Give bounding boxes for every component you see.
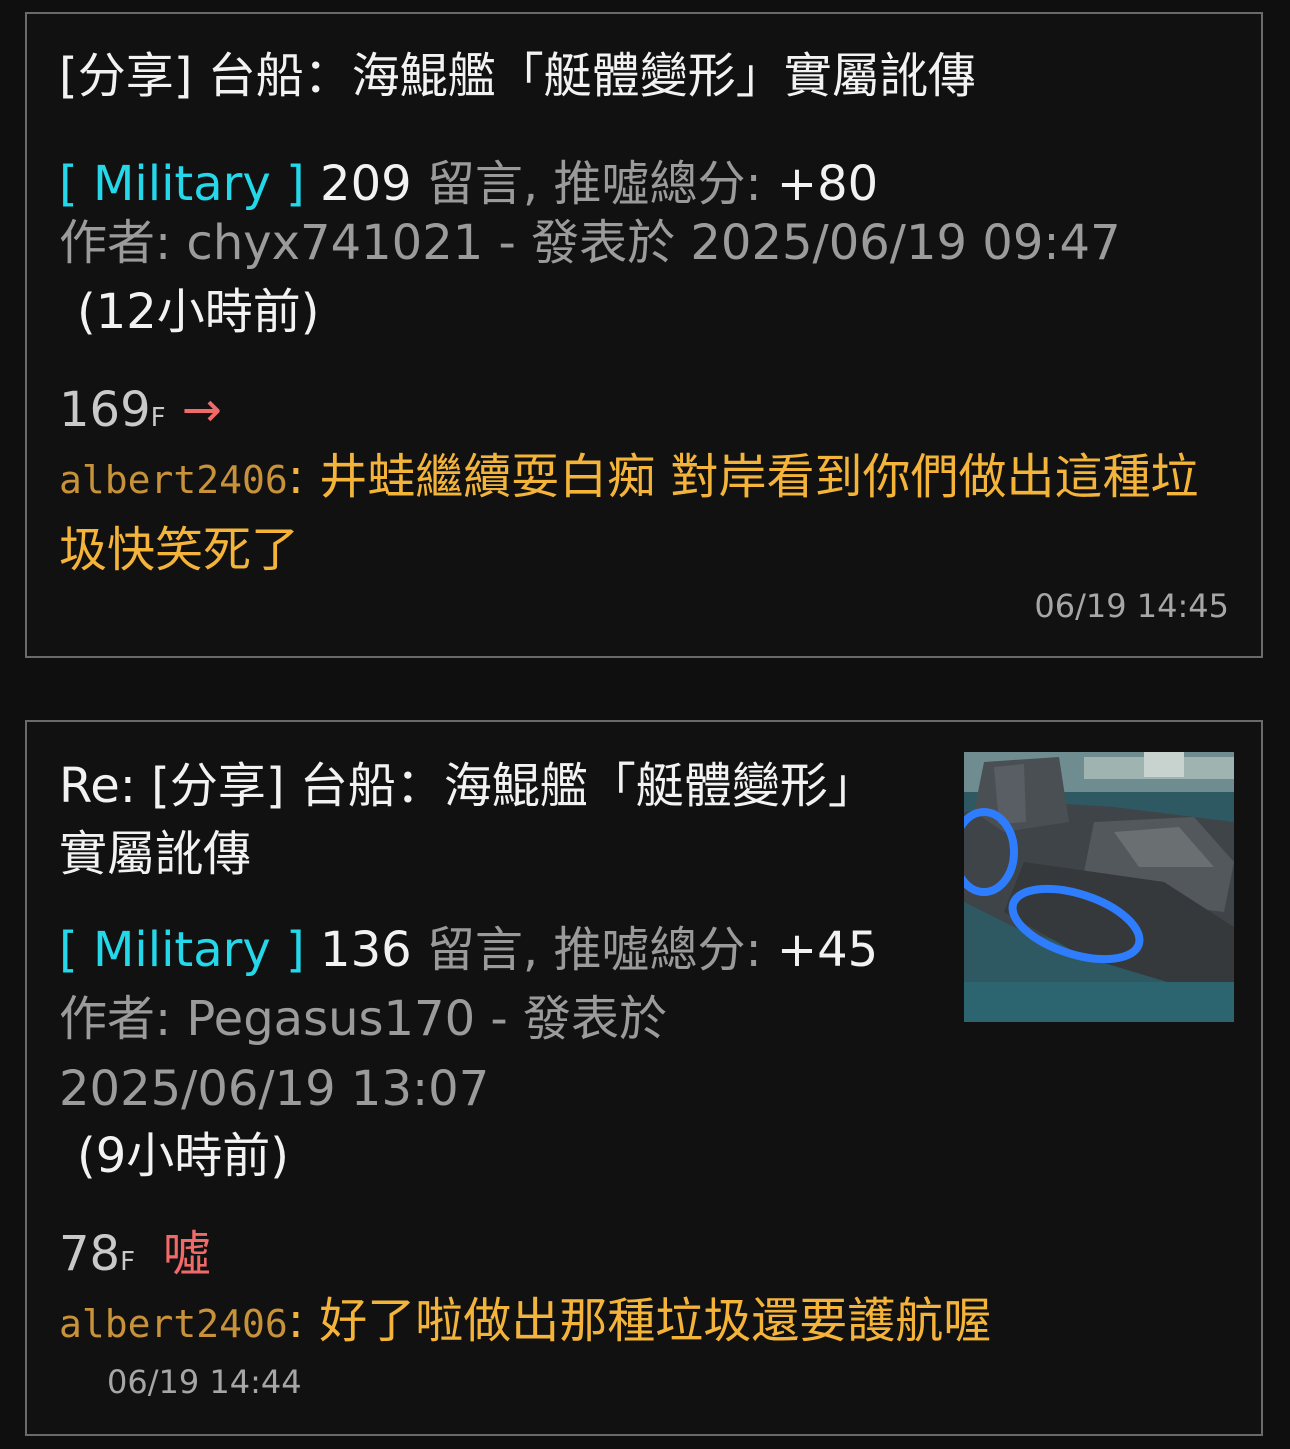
post-title[interactable]: [分享] 台船：海鯤艦「艇體變形」實屬訛傳 xyxy=(59,42,1239,110)
comment-count: 136 xyxy=(320,922,412,978)
post-meta: [ Military ] 136 留言, 推噓總分: +45 xyxy=(59,916,878,984)
post-age: (12小時前) xyxy=(77,284,320,340)
floor-suffix: F xyxy=(150,403,166,433)
submarine-thumbnail[interactable] xyxy=(964,752,1234,1022)
floor-number: 169 xyxy=(59,382,151,438)
post-age: (9小時前) xyxy=(77,1128,289,1184)
author-line: 作者: chyx741021 - 發表於 2025/06/19 09:47 xyxy=(59,215,1121,271)
count-label: 留言, 推噓總分: xyxy=(426,922,777,978)
floor-number: 78 xyxy=(59,1226,121,1282)
floor-suffix: F xyxy=(120,1247,136,1277)
comment-body: albert2406: 好了啦做出那種垃圾還要護航喔 xyxy=(59,1286,1219,1359)
comment-user[interactable]: albert2406 xyxy=(59,458,288,502)
comment-floor: 169F → xyxy=(59,380,222,448)
comment-floor: 78F 噓 xyxy=(59,1224,211,1292)
score: +80 xyxy=(776,156,879,212)
submarine-photo-icon xyxy=(964,752,1234,1022)
comment-time: 06/19 14:44 xyxy=(107,1363,302,1401)
post-card-2[interactable]: Re: [分享] 台船：海鯤艦「艇體變形」實屬訛傳 [ Military ] 1… xyxy=(25,720,1263,1436)
arrow-icon: → xyxy=(181,382,222,438)
comment-body: albert2406: 井蛙繼續耍白痴 對岸看到你們做出這種垃圾快笑死了 xyxy=(59,442,1219,585)
author-line: 作者: Pegasus170 - 發表於 2025/06/19 13:07 xyxy=(59,991,667,1117)
post-title[interactable]: Re: [分享] 台船：海鯤艦「艇體變形」實屬訛傳 xyxy=(59,752,879,888)
boo-tag: 噓 xyxy=(163,1226,212,1282)
comment-count: 209 xyxy=(320,156,412,212)
post-card-1[interactable]: [分享] 台船：海鯤艦「艇體變形」實屬訛傳 [ Military ] 209 留… xyxy=(25,12,1263,658)
comment-user[interactable]: albert2406 xyxy=(59,1302,288,1346)
board-label[interactable]: [ Military ] xyxy=(59,922,305,978)
comment-time: 06/19 14:45 xyxy=(1034,587,1229,625)
board-label[interactable]: [ Military ] xyxy=(59,156,305,212)
count-label: 留言, 推噓總分: xyxy=(426,156,777,212)
comment-text: : 好了啦做出那種垃圾還要護航喔 xyxy=(287,1293,992,1349)
score: +45 xyxy=(776,922,879,978)
